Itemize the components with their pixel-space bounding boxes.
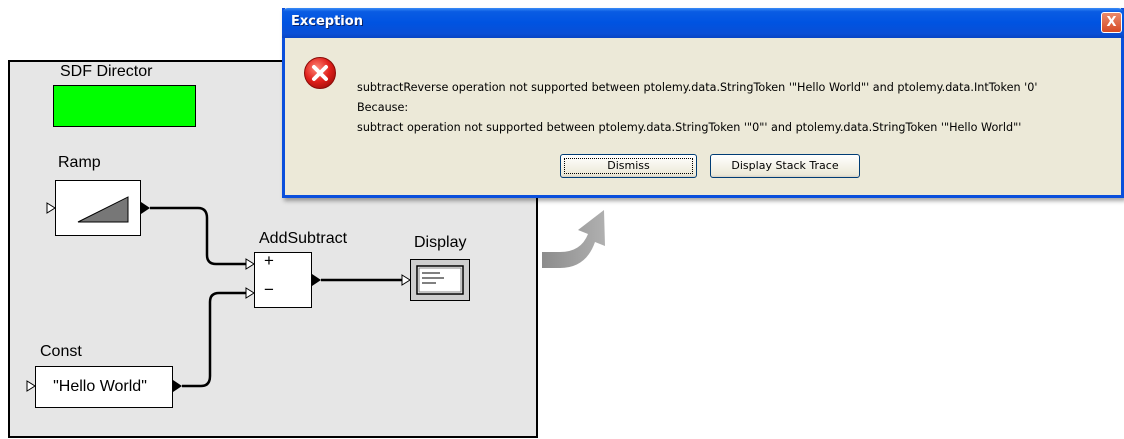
curved-arrow-icon [542, 210, 605, 268]
display-input-port [401, 274, 411, 286]
ramp-input-port [46, 202, 56, 214]
exception-dialog: Exception X subtractReverse operation no… [282, 8, 1124, 198]
stack-trace-button-label: Display Stack Trace [731, 159, 839, 172]
minus-input-port [245, 287, 255, 299]
dismiss-button[interactable]: Dismiss [560, 154, 697, 178]
const-input-port [26, 380, 36, 392]
display-stack-trace-button[interactable]: Display Stack Trace [710, 154, 860, 178]
wire-ramp-to-plus [150, 206, 246, 266]
plus-input-port [245, 258, 255, 270]
ramp-output-port [141, 202, 150, 214]
exception-message-line-2: Because: [357, 101, 409, 114]
focus-ring [564, 158, 693, 174]
exception-message-line-1: subtractReverse operation not supported … [357, 81, 1038, 94]
display-screen-icon [416, 265, 464, 295]
exception-message-line-3: subtract operation not supported between… [357, 121, 1022, 134]
addsubtract-output-port [312, 274, 321, 286]
dialog-titlebar[interactable]: Exception X [282, 8, 1124, 38]
wire-const-to-minus [182, 291, 246, 388]
error-icon [304, 57, 336, 89]
const-output-port [173, 380, 182, 392]
close-button[interactable]: X [1101, 12, 1122, 33]
dialog-title: Exception [291, 14, 363, 29]
ramp-icon [77, 196, 129, 223]
